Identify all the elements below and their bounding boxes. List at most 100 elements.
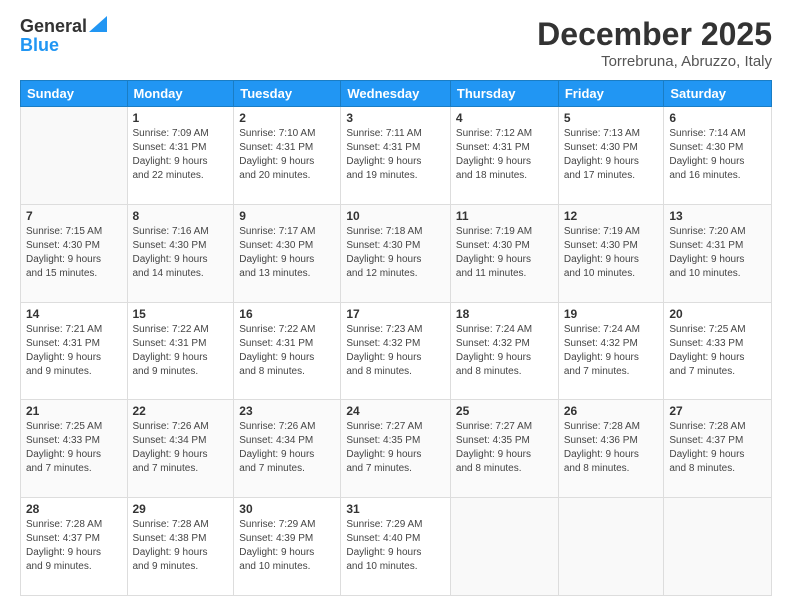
col-wednesday: Wednesday [341, 81, 451, 107]
day-info: Sunrise: 7:10 AM Sunset: 4:31 PM Dayligh… [239, 127, 335, 183]
calendar-cell: 14 Sunrise: 7:21 AM Sunset: 4:31 PM Dayli… [21, 302, 128, 400]
day-number: 17 [346, 307, 445, 321]
logo-general: General [20, 16, 87, 37]
day-info: Sunrise: 7:22 AM Sunset: 4:31 PM Dayligh… [133, 323, 229, 379]
day-number: 22 [133, 404, 229, 418]
calendar-cell [450, 498, 558, 596]
calendar-cell: 30 Sunrise: 7:29 AM Sunset: 4:39 PM Dayli… [234, 498, 341, 596]
calendar-cell: 1 Sunrise: 7:09 AM Sunset: 4:31 PM Daylig… [127, 107, 234, 205]
calendar-cell: 6 Sunrise: 7:14 AM Sunset: 4:30 PM Daylig… [664, 107, 772, 205]
day-info: Sunrise: 7:09 AM Sunset: 4:31 PM Dayligh… [133, 127, 229, 183]
day-number: 3 [346, 111, 445, 125]
logo-blue: Blue [20, 35, 59, 55]
day-info: Sunrise: 7:29 AM Sunset: 4:40 PM Dayligh… [346, 518, 445, 574]
col-sunday: Sunday [21, 81, 128, 107]
day-number: 30 [239, 502, 335, 516]
day-info: Sunrise: 7:24 AM Sunset: 4:32 PM Dayligh… [564, 323, 659, 379]
day-number: 24 [346, 404, 445, 418]
calendar-cell: 11 Sunrise: 7:19 AM Sunset: 4:30 PM Dayli… [450, 204, 558, 302]
day-info: Sunrise: 7:25 AM Sunset: 4:33 PM Dayligh… [26, 420, 122, 476]
day-number: 13 [669, 209, 766, 223]
day-info: Sunrise: 7:19 AM Sunset: 4:30 PM Dayligh… [456, 225, 553, 281]
day-info: Sunrise: 7:27 AM Sunset: 4:35 PM Dayligh… [456, 420, 553, 476]
calendar-cell [664, 498, 772, 596]
location: Torrebruna, Abruzzo, Italy [537, 53, 772, 70]
day-number: 14 [26, 307, 122, 321]
calendar-cell: 15Sunrise: 7:22 AM Sunset: 4:31 PM Dayli… [127, 302, 234, 400]
logo-triangle-icon [89, 16, 107, 32]
calendar-cell: 13 Sunrise: 7:20 AM Sunset: 4:31 PM Dayli… [664, 204, 772, 302]
day-number: 28 [26, 502, 122, 516]
day-info: Sunrise: 7:13 AM Sunset: 4:30 PM Dayligh… [564, 127, 659, 183]
day-number: 5 [564, 111, 659, 125]
calendar-cell: 2 Sunrise: 7:10 AM Sunset: 4:31 PM Daylig… [234, 107, 341, 205]
calendar-week-row: 21 Sunrise: 7:25 AM Sunset: 4:33 PM Dayli… [21, 400, 772, 498]
col-friday: Friday [558, 81, 664, 107]
day-info: Sunrise: 7:21 AM Sunset: 4:31 PM Dayligh… [26, 323, 122, 379]
calendar-cell [21, 107, 128, 205]
calendar-cell: 18Sunrise: 7:24 AM Sunset: 4:32 PM Dayli… [450, 302, 558, 400]
day-number: 9 [239, 209, 335, 223]
logo: General Blue [20, 16, 107, 56]
col-monday: Monday [127, 81, 234, 107]
calendar-cell: 8 Sunrise: 7:16 AM Sunset: 4:30 PM Daylig… [127, 204, 234, 302]
header: General Blue December 2025 Torrebruna, A… [20, 16, 772, 70]
day-info: Sunrise: 7:28 AM Sunset: 4:37 PM Dayligh… [669, 420, 766, 476]
day-info: Sunrise: 7:28 AM Sunset: 4:37 PM Dayligh… [26, 518, 122, 574]
day-info: Sunrise: 7:29 AM Sunset: 4:39 PM Dayligh… [239, 518, 335, 574]
calendar-cell: 4Sunrise: 7:12 AM Sunset: 4:31 PM Daylig… [450, 107, 558, 205]
day-info: Sunrise: 7:20 AM Sunset: 4:31 PM Dayligh… [669, 225, 766, 281]
day-info: Sunrise: 7:22 AM Sunset: 4:31 PM Dayligh… [239, 323, 335, 379]
logo-text: General [20, 16, 107, 37]
day-info: Sunrise: 7:11 AM Sunset: 4:31 PM Dayligh… [346, 127, 445, 183]
calendar-cell: 19 Sunrise: 7:24 AM Sunset: 4:32 PM Dayli… [558, 302, 664, 400]
day-number: 29 [133, 502, 229, 516]
day-number: 26 [564, 404, 659, 418]
day-info: Sunrise: 7:16 AM Sunset: 4:30 PM Dayligh… [133, 225, 229, 281]
day-number: 7 [26, 209, 122, 223]
day-number: 8 [133, 209, 229, 223]
day-number: 19 [564, 307, 659, 321]
calendar-cell: 27Sunrise: 7:28 AM Sunset: 4:37 PM Dayli… [664, 400, 772, 498]
calendar-cell: 10Sunrise: 7:18 AM Sunset: 4:30 PM Dayli… [341, 204, 451, 302]
calendar-header-row: Sunday Monday Tuesday Wednesday Thursday… [21, 81, 772, 107]
day-info: Sunrise: 7:15 AM Sunset: 4:30 PM Dayligh… [26, 225, 122, 281]
day-number: 1 [133, 111, 229, 125]
day-info: Sunrise: 7:28 AM Sunset: 4:38 PM Dayligh… [133, 518, 229, 574]
day-number: 10 [346, 209, 445, 223]
calendar-cell: 5 Sunrise: 7:13 AM Sunset: 4:30 PM Daylig… [558, 107, 664, 205]
calendar-cell: 16 Sunrise: 7:22 AM Sunset: 4:31 PM Dayli… [234, 302, 341, 400]
day-info: Sunrise: 7:25 AM Sunset: 4:33 PM Dayligh… [669, 323, 766, 379]
calendar-cell: 22Sunrise: 7:26 AM Sunset: 4:34 PM Dayli… [127, 400, 234, 498]
day-info: Sunrise: 7:23 AM Sunset: 4:32 PM Dayligh… [346, 323, 445, 379]
calendar-cell [558, 498, 664, 596]
calendar-cell: 21 Sunrise: 7:25 AM Sunset: 4:33 PM Dayli… [21, 400, 128, 498]
calendar-week-row: 14 Sunrise: 7:21 AM Sunset: 4:31 PM Dayli… [21, 302, 772, 400]
day-number: 23 [239, 404, 335, 418]
month-title: December 2025 [537, 16, 772, 53]
day-number: 12 [564, 209, 659, 223]
day-info: Sunrise: 7:28 AM Sunset: 4:36 PM Dayligh… [564, 420, 659, 476]
calendar-cell: 9Sunrise: 7:17 AM Sunset: 4:30 PM Daylig… [234, 204, 341, 302]
day-number: 21 [26, 404, 122, 418]
day-number: 2 [239, 111, 335, 125]
calendar-cell: 23Sunrise: 7:26 AM Sunset: 4:34 PM Dayli… [234, 400, 341, 498]
day-number: 11 [456, 209, 553, 223]
calendar-table: Sunday Monday Tuesday Wednesday Thursday… [20, 80, 772, 596]
day-number: 20 [669, 307, 766, 321]
title-block: December 2025 Torrebruna, Abruzzo, Italy [537, 16, 772, 70]
calendar-cell: 3 Sunrise: 7:11 AM Sunset: 4:31 PM Daylig… [341, 107, 451, 205]
day-number: 16 [239, 307, 335, 321]
calendar-cell: 7 Sunrise: 7:15 AM Sunset: 4:30 PM Daylig… [21, 204, 128, 302]
col-tuesday: Tuesday [234, 81, 341, 107]
day-number: 4 [456, 111, 553, 125]
calendar-cell: 24Sunrise: 7:27 AM Sunset: 4:35 PM Dayli… [341, 400, 451, 498]
calendar-cell: 17 Sunrise: 7:23 AM Sunset: 4:32 PM Dayli… [341, 302, 451, 400]
calendar-week-row: 1 Sunrise: 7:09 AM Sunset: 4:31 PM Daylig… [21, 107, 772, 205]
day-info: Sunrise: 7:14 AM Sunset: 4:30 PM Dayligh… [669, 127, 766, 183]
day-number: 31 [346, 502, 445, 516]
calendar-cell: 28 Sunrise: 7:28 AM Sunset: 4:37 PM Dayli… [21, 498, 128, 596]
day-number: 6 [669, 111, 766, 125]
calendar-cell: 29 Sunrise: 7:28 AM Sunset: 4:38 PM Dayli… [127, 498, 234, 596]
day-number: 18 [456, 307, 553, 321]
